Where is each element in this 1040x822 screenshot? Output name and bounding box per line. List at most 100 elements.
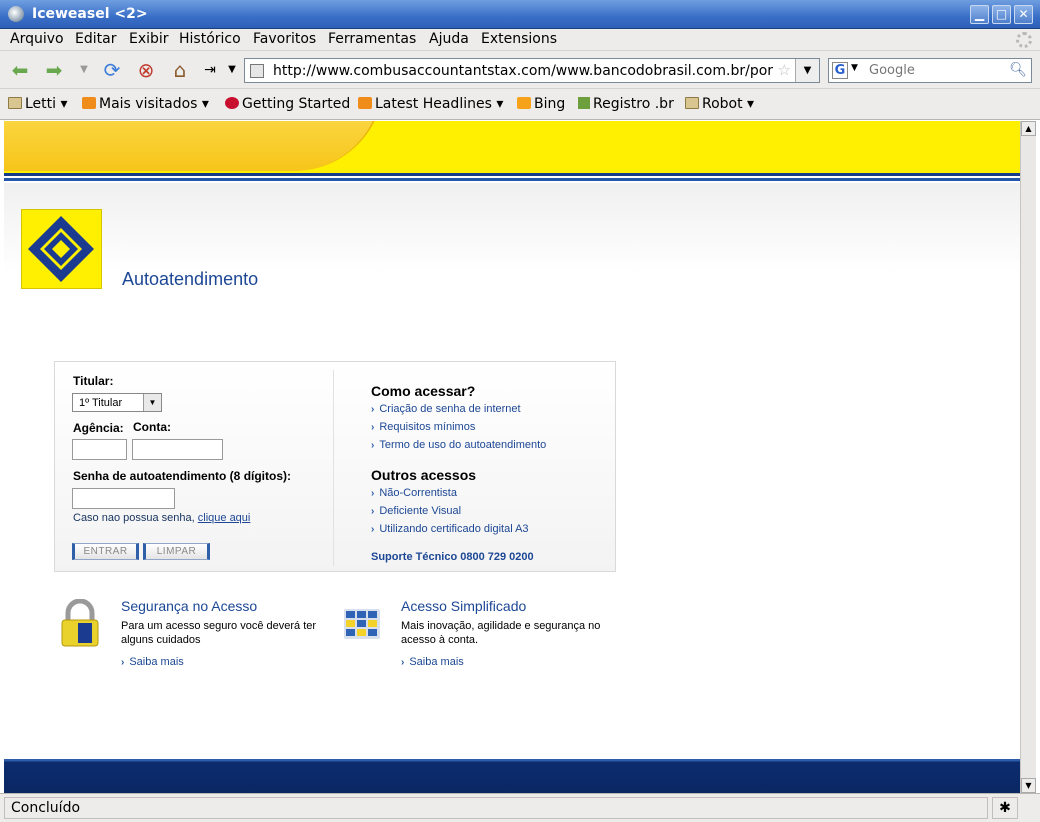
keypad-grid-icon <box>344 609 380 643</box>
chevron-right-icon: › <box>401 657 405 668</box>
reload-icon[interactable]: ⟳ <box>100 59 124 81</box>
padlock-icon <box>58 598 102 653</box>
menu-historico[interactable]: Histórico <box>179 31 241 47</box>
bookmark-bing[interactable]: Bing <box>517 96 565 112</box>
chevron-right-icon: › <box>371 506 375 517</box>
sidebar-toggle-icon[interactable]: ⇥ <box>198 59 222 81</box>
toolbar-dropdown-icon[interactable]: ▼ <box>220 59 244 81</box>
rss-folder-icon <box>82 97 96 109</box>
page-title: Autoatendimento <box>122 269 259 289</box>
minimize-button[interactable]: ▁ <box>970 5 989 24</box>
status-bar: Concluído ✱ <box>0 793 1040 822</box>
senha-label: Senha de autoatendimento (8 dígitos): <box>73 469 292 483</box>
url-history-dropdown-icon[interactable]: ▼ <box>795 59 819 82</box>
scroll-up-arrow-icon[interactable]: ▲ <box>1021 121 1036 136</box>
engine-dropdown-icon[interactable]: ▼ <box>851 63 858 73</box>
registro-br-icon <box>578 97 590 109</box>
chevron-down-icon: ▼ <box>143 394 161 411</box>
search-magnifier-icon[interactable]: 🔍︎ <box>1009 62 1027 78</box>
menu-editar[interactable]: Editar <box>75 31 116 47</box>
bb-footer-bar <box>4 759 1020 793</box>
link-nao-correntista[interactable]: › Não-Correntista <box>371 487 457 499</box>
acesso-simplificado-saiba-mais-link[interactable]: › Saiba mais <box>401 656 464 668</box>
acesso-simplificado-title[interactable]: Acesso Simplificado <box>401 598 526 614</box>
debian-swirl-icon <box>225 97 239 109</box>
menu-ajuda[interactable]: Ajuda <box>429 31 469 47</box>
vertical-scrollbar[interactable]: ▲ ▼ <box>1020 121 1036 793</box>
seguranca-title[interactable]: Segurança no Acesso <box>121 598 257 614</box>
menu-favoritos[interactable]: Favoritos <box>253 31 316 47</box>
titular-label: Titular: <box>73 374 114 388</box>
bb-header-banner <box>4 121 1020 171</box>
link-termo-uso[interactable]: › Termo de uso do autoatendimento <box>371 439 546 451</box>
conta-label: Conta: <box>133 420 171 434</box>
forward-arrow-icon[interactable]: ➡ <box>42 59 66 81</box>
history-dropdown-icon[interactable]: ▼ <box>72 59 96 81</box>
seguranca-text: Para um acesso seguro você deverá ter al… <box>121 620 317 646</box>
url-text[interactable]: http://www.combusaccountantstax.com/www.… <box>273 63 773 79</box>
close-button[interactable]: ✕ <box>1014 5 1033 24</box>
firebug-icon[interactable]: ✱ <box>992 797 1018 819</box>
seguranca-saiba-mais-link[interactable]: › Saiba mais <box>121 656 184 668</box>
clique-aqui-link[interactable]: clique aqui <box>198 512 251 524</box>
chevron-right-icon: › <box>371 422 375 433</box>
bookmark-mais-visitados[interactable]: Mais visitados ▾ <box>82 96 209 112</box>
support-phone: Suporte Técnico 0800 729 0200 <box>371 551 534 563</box>
bookmark-registro-br[interactable]: Registro .br <box>578 96 674 112</box>
site-identity-icon[interactable] <box>250 64 264 78</box>
agencia-input[interactable] <box>72 439 127 460</box>
menu-ferramentas[interactable]: Ferramentas <box>328 31 416 47</box>
link-deficiente-visual[interactable]: › Deficiente Visual <box>371 505 461 517</box>
chevron-right-icon: › <box>371 488 375 499</box>
link-criacao-senha[interactable]: › Criação de senha de internet <box>371 403 521 415</box>
link-requisitos[interactable]: › Requisitos mínimos <box>371 421 475 433</box>
banco-do-brasil-logo <box>21 209 102 289</box>
password-help-text: Caso nao possua senha, clique aqui <box>73 512 251 524</box>
search-bar[interactable]: G ▼ 🔍︎ <box>828 58 1032 83</box>
folder-icon <box>8 97 22 109</box>
menu-arquivo[interactable]: Arquivo <box>10 31 64 47</box>
menu-bar: Arquivo Editar Exibir Histórico Favorito… <box>0 29 1040 51</box>
agencia-label: Agência: <box>73 421 124 435</box>
rss-icon <box>358 97 372 109</box>
home-icon[interactable]: ⌂ <box>168 59 192 81</box>
chevron-right-icon: › <box>121 657 125 668</box>
titular-select[interactable]: 1º Titular ▼ <box>72 393 162 412</box>
bookmark-star-icon[interactable]: ☆ <box>778 61 791 79</box>
chevron-right-icon: › <box>371 440 375 451</box>
search-input[interactable] <box>869 61 1009 80</box>
web-content: Autoatendimento Titular: 1º Titular ▼ Ag… <box>4 121 1020 793</box>
conta-input[interactable] <box>132 439 223 460</box>
login-form: Titular: 1º Titular ▼ Agência: Conta: Se… <box>54 361 616 572</box>
stop-icon[interactable]: ⊗ <box>134 59 158 81</box>
scroll-down-arrow-icon[interactable]: ▼ <box>1021 778 1036 793</box>
senha-input[interactable] <box>72 488 175 509</box>
bookmark-robot[interactable]: Robot ▾ <box>685 96 754 112</box>
limpar-button[interactable]: LIMPAR <box>143 543 210 560</box>
url-bar[interactable]: http://www.combusaccountantstax.com/www.… <box>244 58 820 83</box>
bookmark-letti[interactable]: Letti ▾ <box>8 96 68 112</box>
outros-acessos-heading: Outros acessos <box>371 467 477 483</box>
entrar-button[interactable]: ENTRAR <box>72 543 139 560</box>
bookmark-latest-headlines[interactable]: Latest Headlines ▾ <box>358 96 503 112</box>
status-text: Concluído <box>4 797 988 819</box>
bb-header-stripe <box>4 171 1020 183</box>
acesso-simplificado-text: Mais inovação, agilidade e segurança no … <box>401 620 601 646</box>
chevron-right-icon: › <box>371 524 375 535</box>
como-acessar-heading: Como acessar? <box>371 383 476 399</box>
navigation-toolbar: ⬅ ➡ ▼ ⟳ ⊗ ⌂ ⇥ ▼ http://www.combusaccount… <box>0 51 1040 89</box>
link-certificado-a3[interactable]: › Utilizando certificado digital A3 <box>371 523 529 535</box>
window-title: Iceweasel <2> <box>32 6 148 22</box>
maximize-button[interactable]: □ <box>992 5 1011 24</box>
window-titlebar: Iceweasel <2> ▁ □ ✕ <box>0 0 1040 29</box>
bookmark-getting-started[interactable]: Getting Started <box>225 96 350 112</box>
menu-exibir[interactable]: Exibir <box>129 31 169 47</box>
activity-throbber-icon <box>1016 32 1032 48</box>
chevron-right-icon: › <box>371 404 375 415</box>
back-arrow-icon[interactable]: ⬅ <box>8 59 32 81</box>
iceweasel-app-icon <box>8 6 24 22</box>
folder-icon <box>685 97 699 109</box>
bing-icon <box>517 97 531 109</box>
menu-extensions[interactable]: Extensions <box>481 31 557 47</box>
google-engine-icon[interactable]: G <box>832 62 848 79</box>
